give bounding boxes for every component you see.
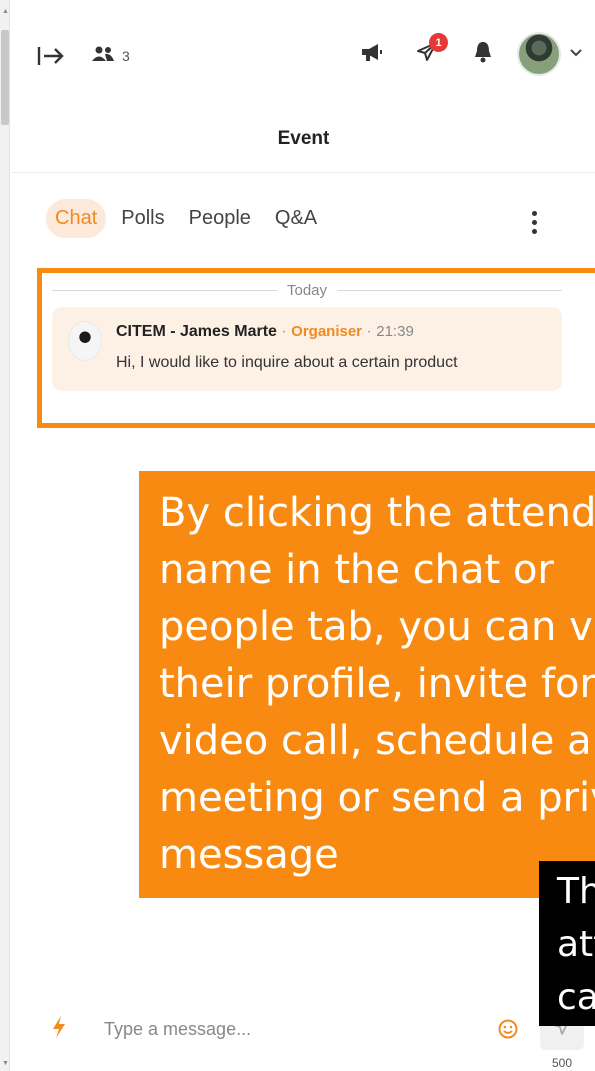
tab-people[interactable]: People: [180, 199, 260, 238]
char-limit-counter: 500: [552, 1056, 573, 1070]
message-input[interactable]: [104, 1014, 484, 1044]
bolt-icon[interactable]: [49, 1014, 69, 1040]
announcements-button[interactable]: [343, 30, 399, 78]
day-separator: Today: [52, 280, 562, 300]
tab-bar: Chat Polls People Q&A: [46, 199, 326, 238]
tutorial-callout: By clicking the attendee's name in the c…: [139, 471, 595, 898]
page-title: Event: [277, 128, 330, 149]
notifications-button[interactable]: [455, 30, 511, 78]
sender-avatar[interactable]: [68, 321, 102, 361]
sender-name[interactable]: CITEM - James Marte: [116, 323, 277, 340]
divider: [12, 172, 595, 173]
emoji-icon[interactable]: [497, 1018, 519, 1040]
meta-separator: ·: [362, 323, 377, 340]
message-text: Hi, I would like to inquire about a cert…: [116, 354, 458, 371]
header-actions: 1: [343, 30, 595, 78]
scroll-up-icon[interactable]: ▲: [2, 8, 9, 15]
collapse-panel-icon[interactable]: [36, 42, 68, 70]
user-menu[interactable]: [517, 32, 583, 76]
day-separator-label: Today: [286, 281, 328, 299]
message-composer: 500: [12, 1000, 595, 1071]
tab-qa[interactable]: Q&A: [266, 199, 326, 238]
message-time: 21:39: [376, 323, 414, 340]
direct-messages-button[interactable]: 1: [399, 30, 455, 78]
chevron-down-icon: [569, 45, 583, 63]
tutorial-callout-text: By clicking the attendee's name in the c…: [159, 490, 595, 878]
avatar: [517, 32, 561, 76]
people-icon: [90, 45, 116, 68]
notification-badge: 1: [429, 33, 448, 52]
bell-icon: [471, 39, 495, 70]
sender-role: Organiser: [291, 323, 363, 340]
message-meta: CITEM - James Marte · Organiser · 21:39: [116, 323, 414, 341]
top-bar: 3 1: [12, 0, 595, 100]
scrollbar-thumb[interactable]: [1, 30, 9, 125]
megaphone-icon: [358, 40, 384, 69]
more-vertical-icon[interactable]: [522, 206, 546, 238]
tutorial-callout-secondary: The attendee can accept and reply: [539, 861, 595, 1026]
tab-polls[interactable]: Polls: [112, 199, 173, 238]
chat-message[interactable]: CITEM - James Marte · Organiser · 21:39 …: [52, 307, 562, 391]
scroll-down-icon[interactable]: ▼: [2, 1060, 9, 1067]
attendee-count-button[interactable]: 3: [90, 44, 130, 68]
window-scrollbar[interactable]: ▲ ▼: [0, 0, 10, 1071]
meta-separator: ·: [276, 323, 292, 340]
attendee-count: 3: [122, 48, 130, 64]
tab-chat[interactable]: Chat: [46, 199, 107, 238]
tutorial-callout-secondary-text: The attendee can accept and reply: [557, 871, 595, 1018]
